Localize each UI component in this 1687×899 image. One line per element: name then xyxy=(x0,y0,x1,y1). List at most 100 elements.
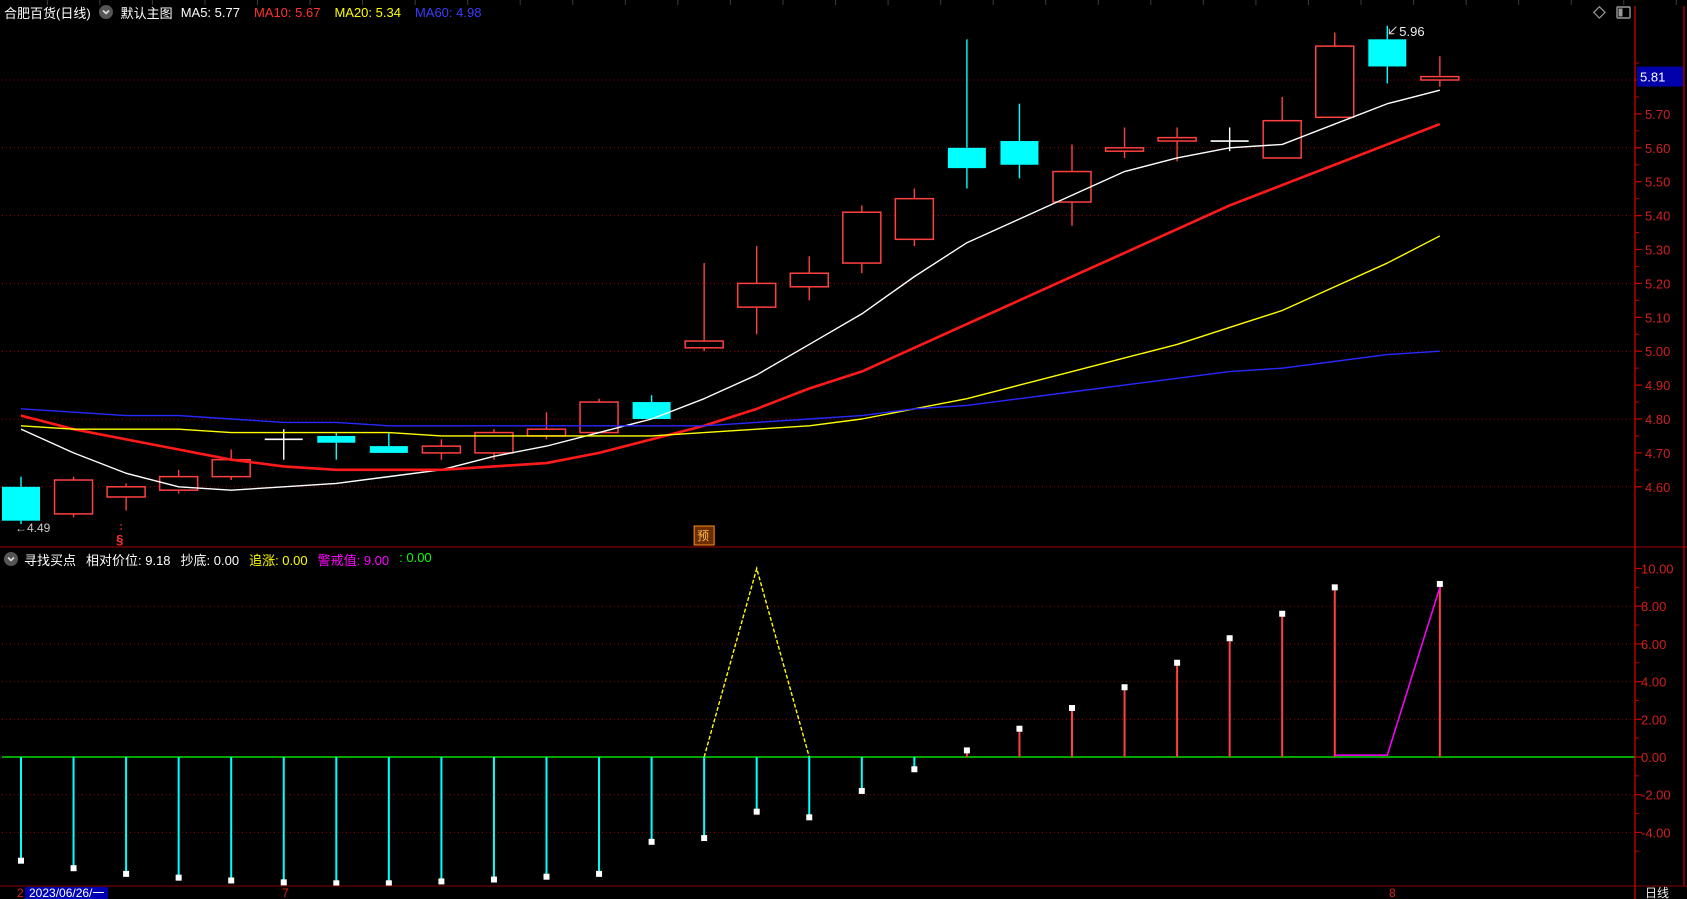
bar-end-dot xyxy=(1226,635,1233,642)
indicator-values: 寻找买点 相对价位: 9.18 抄底: 0.00 追涨: 0.00 警戒值: 9.00:… xyxy=(24,550,432,569)
bar-end-dot xyxy=(123,870,130,877)
overlay-indicator-label[interactable]: 默认主图 xyxy=(121,3,173,22)
candle-body-up[interactable] xyxy=(1315,45,1355,119)
price-axis-label: 5.30 xyxy=(1645,243,1670,258)
price-axis-label: 5.10 xyxy=(1645,310,1670,325)
candle-body-up[interactable] xyxy=(736,282,777,308)
candle-body-up[interactable] xyxy=(579,401,619,434)
price-axis-label: 5.60 xyxy=(1645,141,1670,156)
ma-line-ma10 xyxy=(20,122,1441,472)
indicator-value-label: 抄底: 0.00 xyxy=(180,552,240,568)
bar-end-dot xyxy=(701,835,708,842)
indicator-value-label: : 0.00 xyxy=(399,549,432,565)
bar-end-dot xyxy=(1436,580,1443,587)
candle-body-up[interactable] xyxy=(53,479,94,515)
window-controls xyxy=(1592,5,1632,20)
bar-end-dot xyxy=(385,880,392,887)
stock-title: 合肥百货(日线) xyxy=(4,5,91,21)
candle-body-up[interactable] xyxy=(421,445,462,454)
candle-body-down[interactable] xyxy=(2,486,40,521)
indicator-axis-label: -4.00 xyxy=(1641,825,1671,840)
main-chart-header: 合肥百货(日线) 默认主图 MA5: 5.77 MA10: 5.67 MA20: 5… xyxy=(0,0,1687,24)
bar-end-dot xyxy=(70,865,77,872)
candle-body-down[interactable] xyxy=(317,435,356,443)
price-axis-label: 5.70 xyxy=(1645,107,1670,122)
ma-line-ma20 xyxy=(20,235,1441,437)
ma-legend: MA5: 5.77 MA10: 5.67 MA20: 5.34 MA60: 4.98 xyxy=(181,5,482,20)
clipped-date-digit: 2 xyxy=(17,886,24,899)
price-axis-label: 4.90 xyxy=(1645,378,1670,393)
price-axis-label: 5.00 xyxy=(1645,344,1670,359)
bar-end-dot xyxy=(1121,684,1128,691)
indicator-value-label: 警戒值: 9.00 xyxy=(317,552,390,568)
ma-value-label: MA60: 4.98 xyxy=(414,4,482,20)
ma-value-label: MA20: 5.34 xyxy=(334,4,401,20)
candle-body-up[interactable] xyxy=(684,340,724,349)
indicator-value-label: 寻找买点 xyxy=(24,552,77,568)
chart-canvas[interactable]: 5.96←4.49§预5.805.705.605.505.405.305.205… xyxy=(0,0,1687,899)
bar-end-dot xyxy=(596,870,603,877)
candle-body-up[interactable] xyxy=(1420,75,1460,81)
split-layout-icon[interactable] xyxy=(1616,5,1632,20)
candle-body-up[interactable] xyxy=(894,197,935,241)
candle-body-up[interactable] xyxy=(1104,147,1145,152)
price-axis-label: 5.50 xyxy=(1645,175,1670,190)
candle-body-down[interactable] xyxy=(632,402,671,419)
bar-end-dot xyxy=(1279,610,1286,617)
indicator-value-label: 追涨: 0.00 xyxy=(249,552,308,568)
stock-chart-window: 5.96←4.49§预5.805.705.605.505.405.305.205… xyxy=(0,0,1687,899)
indicator-axis-label: 4.00 xyxy=(1641,675,1666,690)
diamond-icon[interactable] xyxy=(1592,5,1607,20)
high-arrow xyxy=(1388,26,1397,35)
month-marker-7: 7 xyxy=(282,886,289,899)
bar-end-dot xyxy=(1174,659,1181,666)
sell-mark: § xyxy=(116,532,123,547)
time-axis-bar[interactable] xyxy=(0,887,1687,899)
bar-end-dot xyxy=(543,873,550,880)
high-price-label: 5.96 xyxy=(1399,24,1424,39)
ma-line-ma60 xyxy=(20,350,1440,427)
candle-body-down[interactable] xyxy=(369,446,408,453)
indicator-axis-label: 2.00 xyxy=(1641,712,1666,727)
candle-body-up[interactable] xyxy=(106,486,146,498)
price-axis-label: 4.80 xyxy=(1645,412,1670,427)
bar-end-dot xyxy=(438,878,445,885)
bar-end-dot xyxy=(1069,704,1075,711)
price-axis-label: 5.40 xyxy=(1645,209,1670,224)
price-axis-label: 4.60 xyxy=(1645,480,1670,495)
bar-end-dot xyxy=(333,880,340,887)
chevron-down-circle-icon[interactable] xyxy=(98,5,113,19)
bar-end-dot xyxy=(806,814,813,821)
candle-body-down[interactable] xyxy=(947,147,986,169)
indicator-axis-label: 8.00 xyxy=(1641,599,1666,614)
bar-end-dot xyxy=(963,747,970,754)
indicator-axis-label: 0.00 xyxy=(1641,750,1666,765)
candle-body-up[interactable] xyxy=(1052,170,1092,203)
bar-end-dot xyxy=(18,857,24,864)
ma-value-label: MA5: 5.77 xyxy=(180,4,240,20)
bar-end-dot xyxy=(280,879,287,886)
candle-body-up[interactable] xyxy=(789,272,829,288)
candle-body-up[interactable] xyxy=(526,428,567,437)
candle-body-up[interactable] xyxy=(842,211,882,264)
candle-body-up[interactable] xyxy=(1157,136,1197,142)
indicator-axis-label: 10.00 xyxy=(1641,562,1674,577)
bar-end-dot xyxy=(911,766,918,773)
bar-end-dot xyxy=(1331,584,1338,591)
chevron-down-circle-icon[interactable] xyxy=(4,552,18,566)
bar-end-dot xyxy=(753,808,760,815)
bar-end-dot xyxy=(648,838,655,845)
bar-end-dot xyxy=(490,876,497,883)
bar-end-dot xyxy=(1016,725,1023,732)
period-label[interactable]: 日线 xyxy=(1645,887,1669,899)
bar-end-dot xyxy=(858,787,865,794)
indicator-value-label: 相对价位: 9.18 xyxy=(86,552,171,568)
month-marker-8: 8 xyxy=(1389,886,1396,899)
candle-body-down[interactable] xyxy=(1000,141,1039,165)
last-price-tag-label: 5.81 xyxy=(1640,70,1665,85)
price-axis-label: 4.70 xyxy=(1645,446,1670,461)
ma-value-label: MA10: 5.67 xyxy=(253,4,321,20)
candle-body-down[interactable] xyxy=(1368,39,1407,67)
indicator-axis-label: 6.00 xyxy=(1641,637,1666,652)
low-price-label: ←4.49 xyxy=(15,521,51,535)
